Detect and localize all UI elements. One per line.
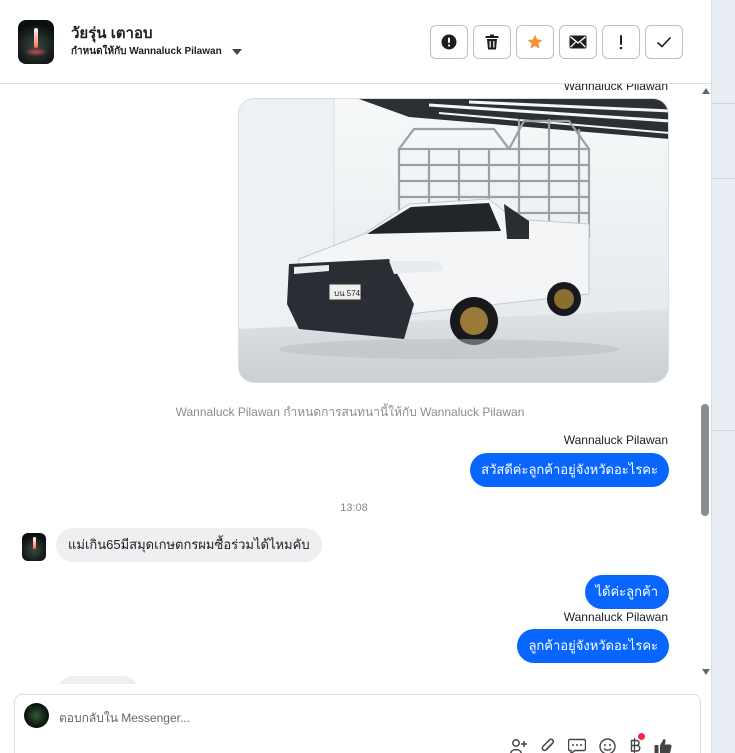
caret-down-icon: [231, 48, 242, 55]
assignee-label: กำหนดให้กับ Wannaluck Pilawan: [71, 46, 222, 57]
star-button[interactable]: [516, 25, 554, 59]
avatar-flame-graphic: [33, 537, 36, 549]
message-thread: Wannaluck Pilawan บน 5744 Wannaluck Pila…: [0, 84, 700, 684]
svg-text:บน 5744: บน 5744: [334, 289, 365, 298]
divider: [712, 178, 735, 179]
like-button[interactable]: [654, 738, 672, 753]
incoming-message-partial: [56, 676, 140, 684]
sender-name: Wannaluck Pilawan: [563, 84, 668, 93]
scroll-down-arrow-icon[interactable]: [702, 669, 710, 675]
mark-done-button[interactable]: [645, 25, 683, 59]
mark-unread-button[interactable]: [559, 25, 597, 59]
page-avatar: [24, 703, 49, 728]
avatar-glow-graphic: [24, 48, 48, 56]
spam-button[interactable]: [430, 25, 468, 59]
scroll-thumb[interactable]: [701, 404, 709, 516]
outgoing-message[interactable]: ได้ค่ะลูกค้า: [584, 575, 669, 609]
assignee-dropdown[interactable]: กำหนดให้กับ Wannaluck Pilawan: [71, 44, 242, 59]
follow-up-button[interactable]: [602, 25, 640, 59]
emoji-icon: [599, 737, 616, 753]
reply-composer[interactable]: ตอบกลับใน Messenger...: [14, 694, 701, 753]
divider: [712, 103, 735, 104]
composer-toolbar: [510, 733, 672, 753]
add-contact-button[interactable]: [510, 738, 528, 753]
contact-name[interactable]: วัยรุ่น เตาอบ: [71, 21, 153, 45]
contact-avatar-small[interactable]: [22, 533, 46, 561]
thumbs-up-icon: [654, 738, 672, 753]
delete-button[interactable]: [473, 25, 511, 59]
outgoing-message[interactable]: สวัสดีค่ะลูกค้าอยู่จังหวัดอะไรคะ: [470, 453, 669, 487]
notification-dot: [638, 733, 645, 740]
envelope-icon: [569, 35, 587, 49]
header-action-toolbar: [430, 25, 683, 59]
exclamation-icon: [619, 35, 623, 50]
emoji-button[interactable]: [599, 737, 616, 753]
saved-reply-icon: [568, 738, 586, 753]
conversation-header: วัยรุ่น เตาอบ กำหนดให้กับ Wannaluck Pila…: [0, 0, 711, 84]
message-photo-attachment[interactable]: บน 5744: [238, 98, 669, 383]
alert-circle-icon: [441, 34, 457, 50]
contact-avatar[interactable]: [18, 20, 54, 64]
avatar-flame-graphic: [34, 28, 38, 48]
messenger-conversation-panel: วัยรุ่น เตาอบ กำหนดให้กับ Wannaluck Pila…: [0, 0, 735, 753]
check-icon: [656, 36, 672, 48]
incoming-message[interactable]: แม่เกิน65มีสมุดเกษตกรผมซื้อร่วมได้ไหมคับ: [56, 528, 322, 562]
reply-input[interactable]: ตอบกลับใน Messenger...: [59, 709, 190, 728]
side-panel-edge: [711, 0, 735, 753]
star-icon: [527, 34, 543, 49]
message-timestamp: 13:08: [340, 502, 368, 514]
sender-name: Wannaluck Pilawan: [563, 433, 668, 447]
saved-reply-button[interactable]: [568, 738, 586, 753]
attach-button[interactable]: [541, 738, 555, 753]
trash-icon: [485, 34, 499, 50]
divider: [712, 430, 735, 431]
outgoing-message[interactable]: ลูกค้าอยู่จังหวัดอะไรคะ: [517, 629, 669, 663]
assignment-system-message: Wannaluck Pilawan กำหนดการสนทนานี้ให้กับ…: [175, 405, 525, 419]
sender-name: Wannaluck Pilawan: [563, 610, 668, 624]
scroll-up-arrow-icon[interactable]: [702, 88, 710, 94]
thread-scrollbar[interactable]: [700, 84, 711, 684]
add-contact-icon: [510, 739, 527, 753]
paperclip-icon: [541, 738, 555, 752]
pickup-truck-photo-graphic: บน 5744: [239, 99, 668, 382]
payment-button[interactable]: [629, 733, 645, 753]
